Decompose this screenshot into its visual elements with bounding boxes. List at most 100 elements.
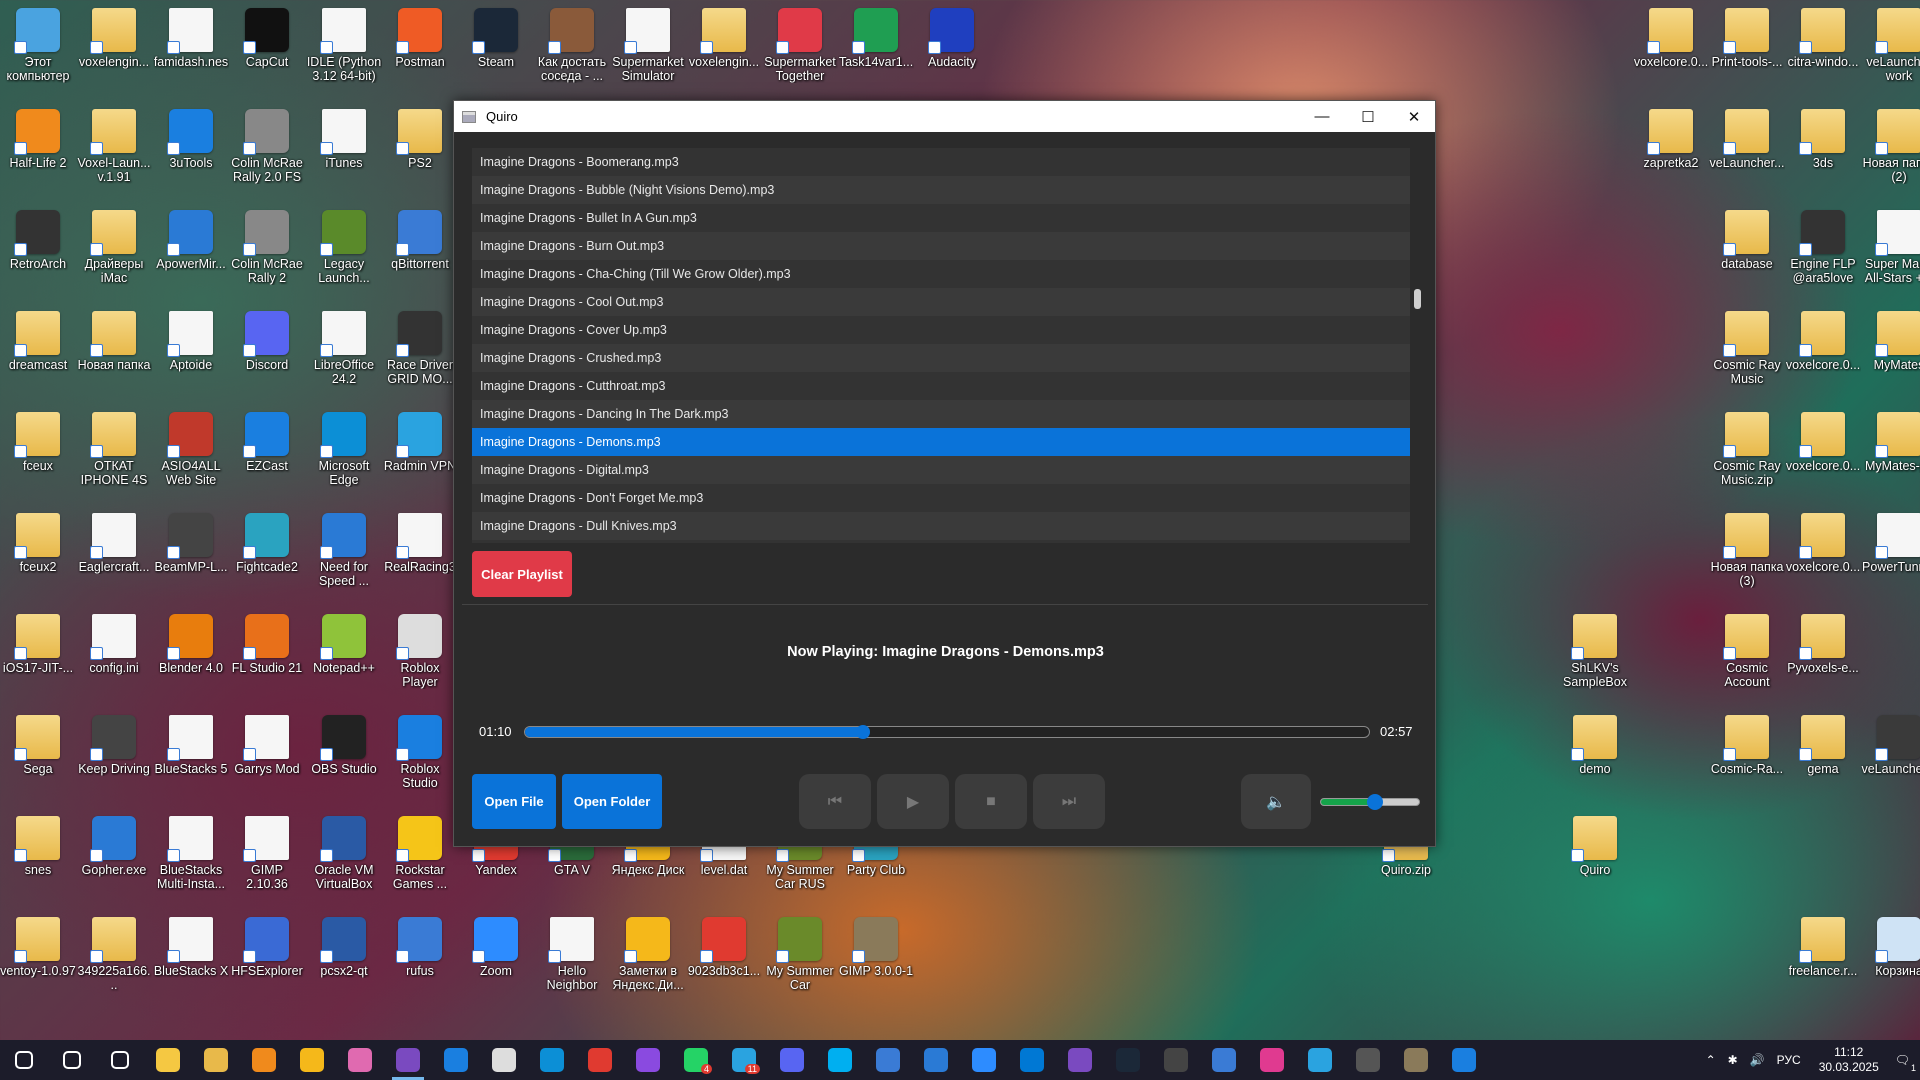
yandex-taskbar-button[interactable] bbox=[576, 1040, 624, 1080]
desktop-icon[interactable]: BlueStacks 5 bbox=[153, 715, 229, 776]
progress-handle[interactable] bbox=[855, 725, 870, 739]
desktop-icon[interactable]: ShLKV's SampleBox bbox=[1557, 614, 1633, 689]
whatsapp-taskbar-button[interactable]: 4 bbox=[672, 1040, 720, 1080]
playlist[interactable]: Imagine Dragons - Boomerang.mp3 Imagine D… bbox=[472, 148, 1410, 543]
itunes-taskbar-button[interactable] bbox=[336, 1040, 384, 1080]
desktop-icon[interactable]: Как достать соседа - ... bbox=[534, 8, 610, 83]
desktop-icon[interactable]: Gopher.exe bbox=[76, 816, 152, 877]
maximize-button[interactable]: ☐ bbox=[1345, 101, 1391, 132]
desktop-icon[interactable]: RetroArch bbox=[0, 210, 76, 271]
desktop-icon[interactable]: 349225a166... bbox=[76, 917, 152, 992]
volume-handle[interactable] bbox=[1366, 794, 1383, 810]
vlc-taskbar-button[interactable] bbox=[240, 1040, 288, 1080]
desktop-icon[interactable]: Voxel-Laun... v.1.91 bbox=[76, 109, 152, 184]
desktop-icon[interactable]: Race Driver GRID MO... bbox=[382, 311, 458, 386]
desktop-icon[interactable]: dreamcast bbox=[0, 311, 76, 372]
desktop-icon[interactable]: ASIO4ALL Web Site bbox=[153, 412, 229, 487]
desktop-icon[interactable]: voxelcore.0... bbox=[1633, 8, 1709, 69]
app2-taskbar-button[interactable] bbox=[1296, 1040, 1344, 1080]
chevron-up-icon[interactable]: ⌃ bbox=[1706, 1053, 1716, 1067]
minimize-button[interactable]: — bbox=[1299, 101, 1345, 132]
desktop-icon[interactable]: zapretka2 bbox=[1633, 109, 1709, 170]
desktop-icon[interactable]: MyMates-py bbox=[1861, 412, 1920, 473]
volume-icon[interactable]: 🔊 bbox=[1750, 1053, 1765, 1067]
visual-studio-taskbar-button[interactable] bbox=[1056, 1040, 1104, 1080]
desktop-icon[interactable]: Pyvoxels-e... bbox=[1785, 614, 1861, 675]
clear-playlist-button[interactable]: Clear Playlist bbox=[472, 551, 572, 597]
desktop-icon[interactable]: LibreOffice 24.2 bbox=[306, 311, 382, 386]
sunburst-taskbar-button[interactable] bbox=[288, 1040, 336, 1080]
desktop-icon[interactable]: BeamMP-L... bbox=[153, 513, 229, 574]
next-button[interactable]: ⏭ bbox=[1033, 774, 1105, 829]
playlist-item[interactable]: Imagine Dragons - Bullet In A Gun.mp3 bbox=[472, 204, 1410, 232]
search-taskbar-button[interactable] bbox=[48, 1040, 96, 1080]
desktop-icon[interactable]: veLauncher... bbox=[1709, 109, 1785, 170]
desktop-icon[interactable]: veLauncher work bbox=[1861, 8, 1920, 83]
desktop-icon[interactable]: PS2 bbox=[382, 109, 458, 170]
3utools-taskbar-button[interactable] bbox=[432, 1040, 480, 1080]
desktop-icon[interactable]: Radmin VPN bbox=[382, 412, 458, 473]
desktop-icon[interactable]: Roblox Player bbox=[382, 614, 458, 689]
desktop-icon[interactable]: Keep Driving bbox=[76, 715, 152, 776]
desktop-icon[interactable]: HFSExplorer bbox=[229, 917, 305, 978]
desktop-icon[interactable]: Colin McRae Rally 2 bbox=[229, 210, 305, 285]
playlist-item[interactable]: Imagine Dragons - Dull Knives.mp3 bbox=[472, 512, 1410, 540]
desktop-icon[interactable]: IDLE (Python 3.12 64-bit) bbox=[306, 8, 382, 83]
desktop-icon[interactable]: citra-windo... bbox=[1785, 8, 1861, 69]
desktop-icon[interactable]: PowerTunn... bbox=[1861, 513, 1920, 574]
desktop-icon[interactable]: snes bbox=[0, 816, 76, 877]
desktop-icon[interactable]: Этот компьютер bbox=[0, 8, 76, 83]
desktop-icon[interactable]: database bbox=[1709, 210, 1785, 271]
play-button[interactable]: ▶ bbox=[877, 774, 949, 829]
skype-taskbar-button[interactable] bbox=[816, 1040, 864, 1080]
progress-slider[interactable] bbox=[524, 725, 1370, 739]
desktop-icon[interactable]: pcsx2-qt bbox=[306, 917, 382, 978]
desktop-icon[interactable]: Engine FLP @ara5love bbox=[1785, 210, 1861, 285]
desktop-icon[interactable]: ОТКАТ IPHONE 4S bbox=[76, 412, 152, 487]
desktop-icon[interactable]: BlueStacks X bbox=[153, 917, 229, 978]
playlist-item[interactable]: Imagine Dragons - Boomerang.mp3 bbox=[472, 148, 1410, 176]
desktop-icon[interactable]: iTunes bbox=[306, 109, 382, 170]
desktop-icon[interactable]: Quiro bbox=[1557, 816, 1633, 877]
desktop-icon[interactable]: Корзина bbox=[1861, 917, 1920, 978]
desktop-icon[interactable]: Новая папка (3) bbox=[1709, 513, 1785, 588]
desktop-icon[interactable]: fceux2 bbox=[0, 513, 76, 574]
desktop-icon[interactable]: voxelengin... bbox=[686, 8, 762, 69]
desktop-icon[interactable]: Blender 4.0 bbox=[153, 614, 229, 675]
desktop-icon[interactable]: MyMates bbox=[1861, 311, 1920, 372]
app3-taskbar-button[interactable] bbox=[1440, 1040, 1488, 1080]
desktop-icon[interactable]: GIMP 2.10.36 bbox=[229, 816, 305, 891]
desktop-icon[interactable]: Zoom bbox=[458, 917, 534, 978]
paint-taskbar-button[interactable] bbox=[1248, 1040, 1296, 1080]
desktop-icon[interactable]: Eaglercraft... bbox=[76, 513, 152, 574]
desktop-icon[interactable]: Aptoide bbox=[153, 311, 229, 372]
desktop-icon[interactable]: iOS17-JIT-... bbox=[0, 614, 76, 675]
desktop-icon[interactable]: ventoy-1.0.97 bbox=[0, 917, 76, 978]
desktop-icon[interactable]: Hello Neighbor bbox=[534, 917, 610, 992]
vscode-taskbar-button[interactable] bbox=[1008, 1040, 1056, 1080]
desktop-icon[interactable]: 3ds bbox=[1785, 109, 1861, 170]
open-folder-button[interactable]: Open Folder bbox=[562, 774, 662, 829]
edge-taskbar-button[interactable] bbox=[528, 1040, 576, 1080]
desktop-icon[interactable]: Cosmic Ray Music.zip bbox=[1709, 412, 1785, 487]
steam-taskbar-button[interactable] bbox=[1104, 1040, 1152, 1080]
desktop-icon[interactable]: OBS Studio bbox=[306, 715, 382, 776]
title-bar[interactable]: Quiro — ☐ ✕ bbox=[454, 101, 1435, 132]
alice-taskbar-button[interactable] bbox=[624, 1040, 672, 1080]
desktop-icon[interactable]: voxelcore.0... bbox=[1785, 412, 1861, 473]
discord-taskbar-button[interactable] bbox=[768, 1040, 816, 1080]
desktop-icon[interactable]: Super Mario All-Stars +... bbox=[1861, 210, 1920, 285]
store-taskbar-button[interactable] bbox=[912, 1040, 960, 1080]
explorer2-taskbar-button[interactable] bbox=[192, 1040, 240, 1080]
desktop-icon[interactable]: Legacy Launch... bbox=[306, 210, 382, 285]
playlist-item[interactable]: Imagine Dragons - Cutthroat.mp3 bbox=[472, 372, 1410, 400]
desktop-icon[interactable]: voxelcore.0... bbox=[1785, 311, 1861, 372]
open-file-button[interactable]: Open File bbox=[472, 774, 556, 829]
desktop-icon[interactable]: Oracle VM VirtualBox bbox=[306, 816, 382, 891]
desktop-icon[interactable]: Half-Life 2 bbox=[0, 109, 76, 170]
gimp-taskbar-button[interactable] bbox=[1392, 1040, 1440, 1080]
zoom-taskbar-button[interactable] bbox=[960, 1040, 1008, 1080]
playlist-item[interactable]: Imagine Dragons - Burn Out.mp3 bbox=[472, 232, 1410, 260]
desktop-icon[interactable]: Task14var1... bbox=[838, 8, 914, 69]
desktop-icon[interactable]: ApowerMir... bbox=[153, 210, 229, 271]
